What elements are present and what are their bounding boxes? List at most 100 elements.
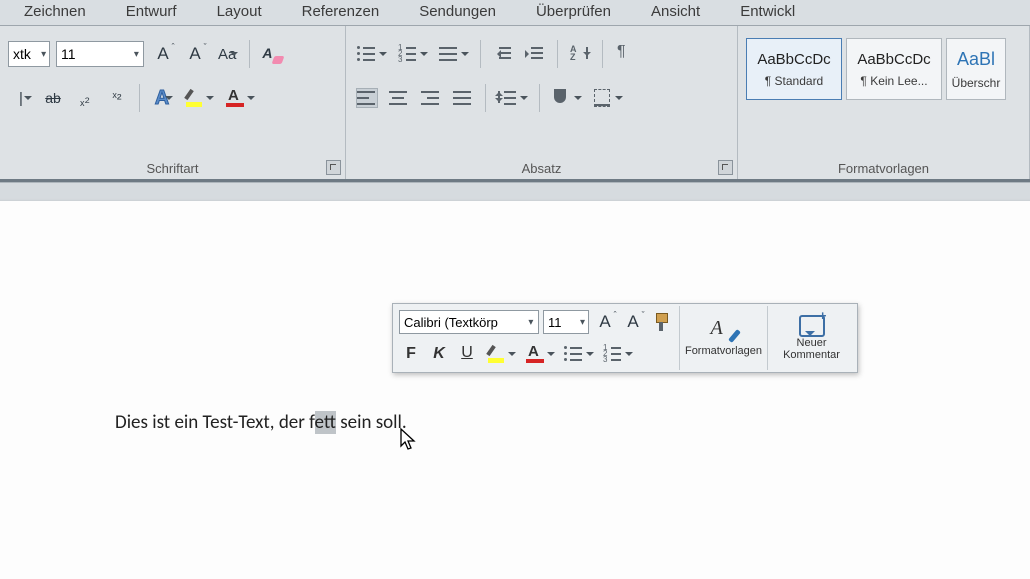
group-styles-label: Formatvorlagen bbox=[738, 161, 1029, 176]
mini-shrink-font-button[interactable]: A bbox=[621, 310, 645, 334]
highlight-icon bbox=[184, 88, 204, 108]
group-styles: AaBbCcDc ¶ Standard AaBbCcDc ¶ Kein Lee.… bbox=[738, 26, 1030, 179]
shrink-font-icon: A bbox=[627, 312, 638, 332]
shrink-font-icon: A bbox=[189, 44, 200, 64]
bullets-icon bbox=[564, 345, 584, 363]
justify-button[interactable] bbox=[450, 85, 476, 111]
mini-underline-button[interactable]: U bbox=[455, 342, 479, 366]
sort-button[interactable] bbox=[567, 41, 593, 67]
mini-numbering-button[interactable]: 123 bbox=[600, 342, 635, 366]
style-preview: AaBl bbox=[957, 49, 995, 70]
mini-new-comment-button[interactable]: Neuer Kommentar bbox=[767, 306, 855, 370]
chevron-down-icon[interactable]: ▾ bbox=[577, 317, 588, 328]
mini-font-size-combo[interactable]: ▾ bbox=[543, 310, 589, 334]
grow-font-icon: A bbox=[599, 312, 610, 332]
change-case-button[interactable]: Aa bbox=[214, 41, 240, 67]
align-right-button[interactable] bbox=[418, 85, 444, 111]
style-standard[interactable]: AaBbCcDc ¶ Standard bbox=[746, 38, 842, 100]
page[interactable]: Dies ist ein Test-Text, der fett sein so… bbox=[0, 201, 1030, 579]
strikethrough-button[interactable]: ab bbox=[40, 85, 66, 111]
underline-button[interactable]: | bbox=[8, 85, 34, 111]
style-name: ¶ Kein Lee... bbox=[860, 74, 927, 88]
align-left-button[interactable] bbox=[354, 85, 380, 111]
mini-font-name-combo[interactable]: ▾ bbox=[399, 310, 539, 334]
align-center-icon bbox=[389, 89, 409, 107]
tab-layout[interactable]: Layout bbox=[211, 3, 268, 25]
increase-indent-icon bbox=[525, 45, 545, 63]
text-effects-button[interactable]: A bbox=[149, 85, 175, 111]
shrink-font-button[interactable]: A bbox=[182, 41, 208, 67]
style-ueberschrift[interactable]: AaBl Überschr bbox=[946, 38, 1006, 100]
font-color-icon bbox=[225, 88, 245, 108]
align-center-button[interactable] bbox=[386, 85, 412, 111]
mini-bold-button[interactable]: F bbox=[399, 342, 423, 366]
tab-entwurf[interactable]: Entwurf bbox=[120, 3, 183, 25]
text-before: Dies ist ein Test-Text, der f bbox=[115, 411, 315, 434]
separator bbox=[602, 40, 603, 68]
tab-zeichnen[interactable]: Zeichnen bbox=[18, 3, 92, 25]
strike-icon: ab bbox=[45, 90, 61, 106]
increase-indent-button[interactable] bbox=[522, 41, 548, 67]
chevron-down-icon[interactable]: ▾ bbox=[524, 317, 538, 328]
font-color-icon bbox=[525, 344, 545, 364]
tab-sendungen[interactable]: Sendungen bbox=[413, 3, 502, 25]
font-dialog-launcher[interactable] bbox=[326, 160, 341, 175]
highlight-icon bbox=[486, 344, 506, 364]
font-size-input[interactable] bbox=[57, 46, 130, 62]
mini-styles-label: Formatvorlagen bbox=[685, 345, 762, 357]
subscript-button[interactable]: x₂ bbox=[72, 85, 98, 111]
text-selected: et bbox=[315, 411, 336, 434]
font-name-combo[interactable]: ▾ bbox=[8, 41, 50, 67]
font-color-button[interactable] bbox=[222, 85, 257, 111]
mini-font-name-input[interactable] bbox=[400, 315, 524, 330]
clear-formatting-icon bbox=[262, 45, 282, 63]
paragraph-dialog-launcher[interactable] bbox=[718, 160, 733, 175]
document-text[interactable]: Dies ist ein Test-Text, der fett sein so… bbox=[115, 411, 407, 434]
separator bbox=[485, 84, 486, 112]
tab-referenzen[interactable]: Referenzen bbox=[296, 3, 386, 25]
show-paragraph-marks-button[interactable] bbox=[612, 41, 638, 67]
text-effects-icon: A bbox=[155, 87, 169, 110]
separator bbox=[139, 84, 140, 112]
separator bbox=[249, 40, 250, 68]
highlight-button[interactable] bbox=[181, 85, 216, 111]
grow-font-button[interactable]: A bbox=[150, 41, 176, 67]
mini-grow-font-button[interactable]: A bbox=[593, 310, 617, 334]
superscript-button[interactable]: x² bbox=[104, 85, 130, 111]
shading-icon bbox=[552, 89, 572, 107]
pilcrow-icon bbox=[615, 45, 635, 63]
shading-button[interactable] bbox=[549, 85, 584, 111]
borders-button[interactable] bbox=[590, 85, 625, 111]
mini-styles-button[interactable]: Formatvorlagen bbox=[679, 306, 767, 370]
ribbon: ▾ ▾ A A Aa | ab x₂ x² A Schriftart bbox=[0, 26, 1030, 182]
font-size-combo[interactable]: ▾ bbox=[56, 41, 144, 67]
mini-bullets-button[interactable] bbox=[561, 342, 596, 366]
bullets-button[interactable] bbox=[354, 41, 389, 67]
tab-ansicht[interactable]: Ansicht bbox=[645, 3, 706, 25]
chevron-down-icon[interactable]: ▾ bbox=[38, 49, 49, 60]
multilevel-icon bbox=[439, 45, 459, 63]
mini-font-size-input[interactable] bbox=[544, 315, 577, 330]
tab-ueberpruefen[interactable]: Überprüfen bbox=[530, 3, 617, 25]
borders-icon bbox=[593, 89, 613, 107]
style-preview: AaBbCcDc bbox=[857, 51, 930, 68]
separator bbox=[539, 84, 540, 112]
comment-icon bbox=[799, 315, 825, 337]
line-spacing-button[interactable] bbox=[495, 85, 530, 111]
tab-entwickler[interactable]: Entwickl bbox=[734, 3, 801, 25]
mini-italic-button[interactable]: K bbox=[427, 342, 451, 366]
chevron-down-icon[interactable]: ▾ bbox=[130, 49, 143, 60]
mini-highlight-button[interactable] bbox=[483, 342, 518, 366]
decrease-indent-icon bbox=[493, 45, 513, 63]
clear-formatting-button[interactable] bbox=[259, 41, 285, 67]
ribbon-tabs: Zeichnen Entwurf Layout Referenzen Sendu… bbox=[0, 0, 1030, 26]
font-name-input[interactable] bbox=[9, 46, 38, 62]
multilevel-list-button[interactable] bbox=[436, 41, 471, 67]
numbering-button[interactable]: 123 bbox=[395, 41, 430, 67]
style-kein-leerraum[interactable]: AaBbCcDc ¶ Kein Lee... bbox=[846, 38, 942, 100]
mini-font-color-button[interactable] bbox=[522, 342, 557, 366]
decrease-indent-button[interactable] bbox=[490, 41, 516, 67]
style-name: Überschr bbox=[952, 76, 1001, 90]
mini-format-painter-button[interactable] bbox=[649, 310, 675, 334]
styles-icon bbox=[709, 319, 739, 345]
